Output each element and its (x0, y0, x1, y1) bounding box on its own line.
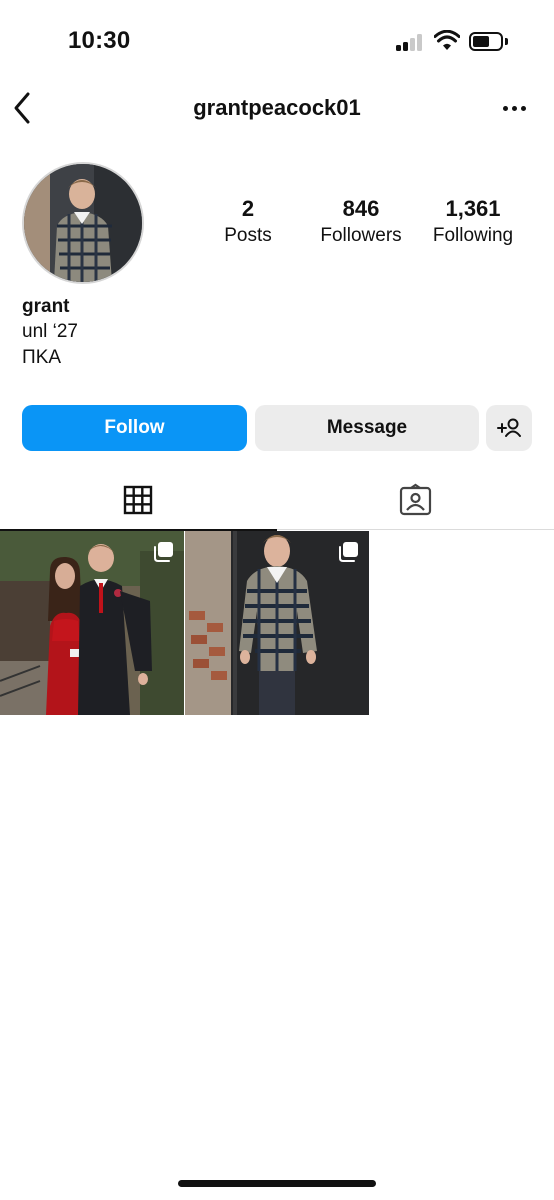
bio-line: ΠΚA (22, 347, 62, 368)
following-count-label: Following (432, 225, 514, 246)
profile-bio: grant unl ‘27 ΠΚA (22, 295, 522, 371)
profile-avatar[interactable] (22, 162, 144, 284)
profile-stats: 2 Posts 846 Followers 1,361 Following (200, 195, 540, 255)
profile-tabs (0, 470, 554, 531)
following-count-value: 1,361 (445, 196, 501, 221)
profile-display-name: grant (22, 296, 70, 317)
cellular-signal-icon (396, 33, 426, 51)
bio-line: unl ‘27 (22, 321, 78, 342)
post-thumbnail[interactable] (0, 531, 184, 715)
tab-posts-grid[interactable] (0, 470, 277, 531)
add-person-icon (497, 418, 521, 437)
suggested-users-button[interactable] (486, 405, 532, 451)
home-indicator[interactable] (178, 1180, 376, 1187)
tab-tagged[interactable] (277, 470, 554, 530)
multi-photo-icon (154, 542, 173, 562)
grid-icon (123, 485, 153, 515)
wifi-icon (434, 30, 460, 50)
follow-button[interactable]: Follow (22, 405, 247, 451)
avatar-photo (24, 164, 142, 282)
status-time: 10:30 (68, 27, 131, 54)
post-thumbnail[interactable] (185, 531, 369, 715)
posts-count-label: Posts (224, 225, 272, 246)
following-count[interactable]: 1,361 Following (426, 195, 520, 249)
followers-count-value: 846 (342, 196, 380, 221)
posts-count[interactable]: 2 Posts (208, 195, 288, 249)
followers-count[interactable]: 846 Followers (312, 195, 410, 249)
battery-tip (505, 38, 508, 45)
tagged-user-icon (399, 483, 432, 516)
battery-icon (469, 32, 503, 51)
more-horizontal-icon[interactable] (500, 96, 530, 120)
followers-count-label: Followers (320, 225, 402, 246)
profile-username: grantpeacock01 (193, 95, 361, 120)
message-button[interactable]: Message (255, 405, 479, 451)
multi-photo-icon (339, 542, 358, 562)
posts-count-value: 2 (241, 196, 255, 221)
status-bar: 10:30 (0, 0, 554, 80)
top-nav-bar: grantpeacock01 (0, 80, 554, 136)
